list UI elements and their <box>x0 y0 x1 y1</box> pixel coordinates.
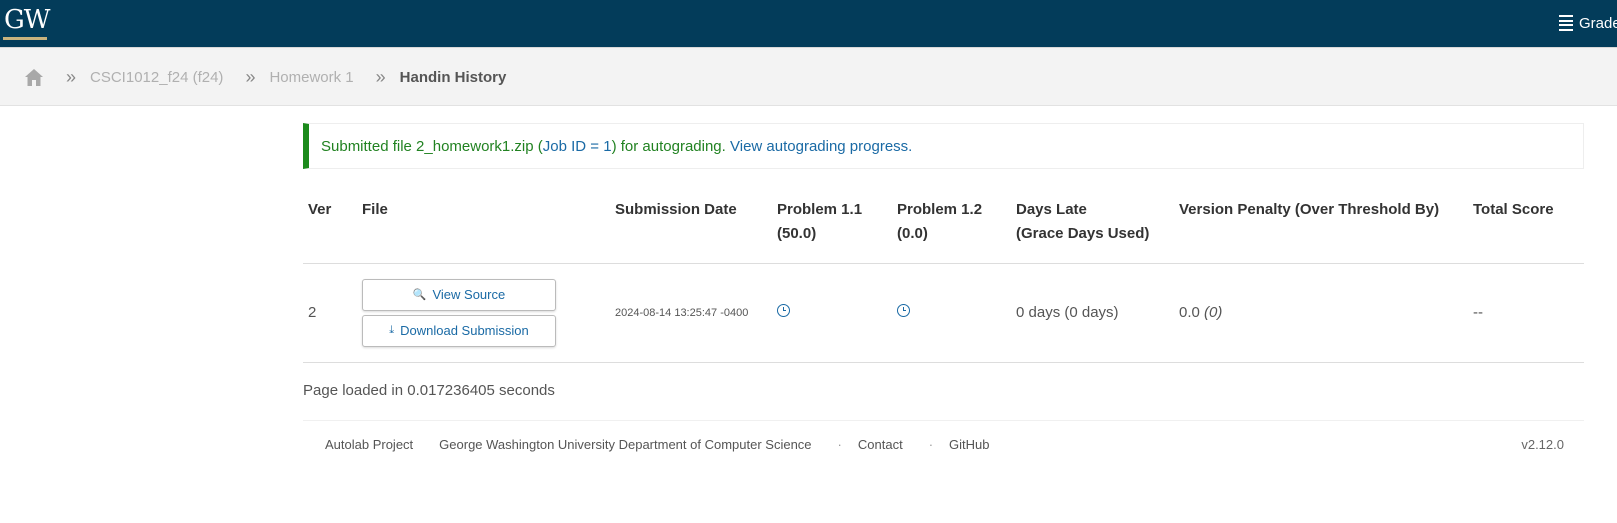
header-ver: Ver <box>303 188 357 264</box>
gradebook-link[interactable]: Grade <box>1559 13 1617 33</box>
download-icon: ⤓ <box>389 324 395 336</box>
job-id-link[interactable]: Job ID = 1 <box>543 138 612 155</box>
footer-github-link[interactable]: GitHub <box>949 437 989 452</box>
page-load-time: Page loaded in 0.017236405 seconds <box>303 382 555 399</box>
cell-version: 2 <box>303 263 357 363</box>
footer-department-link[interactable]: George Washington University Department … <box>439 437 811 452</box>
header-problem-1-2-points: (0.0) <box>897 225 928 242</box>
footer-contact-link[interactable]: Contact <box>858 437 903 452</box>
cell-version-penalty: 0.0 (0) <box>1174 263 1468 363</box>
cell-problem-1-1 <box>772 263 892 363</box>
breadcrumb-separator: » <box>375 67 386 87</box>
gradebook-label: Grade <box>1579 14 1617 32</box>
cell-submission-date: 2024-08-14 13:25:47 -0400 <box>610 263 772 363</box>
clock-icon[interactable] <box>897 304 910 317</box>
success-alert: Submitted file 2_homework1.zip (Job ID =… <box>303 123 1584 169</box>
header-version-penalty: Version Penalty (Over Threshold By) <box>1174 188 1468 264</box>
alert-text-prefix: Submitted file 2_homework1.zip ( <box>321 137 543 155</box>
cell-problem-1-2 <box>892 263 1011 363</box>
download-submission-button[interactable]: ⤓ Download Submission <box>362 314 556 347</box>
logo-underline <box>3 37 47 40</box>
download-submission-label: Download Submission <box>400 323 529 338</box>
breadcrumb-course[interactable]: CSCI1012_f24 (f24) <box>90 69 223 86</box>
home-icon[interactable] <box>24 68 44 87</box>
footer-version: v2.12.0 <box>1521 437 1564 452</box>
breadcrumb: » CSCI1012_f24 (f24) » Homework 1 » Hand… <box>0 47 1617 106</box>
header-submission-date: Submission Date <box>610 188 772 264</box>
view-source-label: View Source <box>432 287 506 302</box>
header-problem-1-1: Problem 1.1 (50.0) <box>772 188 892 264</box>
cell-total-score: -- <box>1468 263 1584 363</box>
clock-icon[interactable] <box>777 304 790 317</box>
footer-autolab-link[interactable]: Autolab Project <box>325 437 413 452</box>
header-problem-1-1-title: Problem 1.1 <box>777 201 863 218</box>
breadcrumb-separator: » <box>245 67 256 87</box>
header-grace-days: (Grace Days Used) <box>1016 225 1150 242</box>
table-row: 2 🔍 View Source ⤓ Download Submission 20… <box>303 263 1584 363</box>
cell-days-late: 0 days (0 days) <box>1011 263 1174 363</box>
footer: Autolab Project George Washington Univer… <box>303 420 1584 470</box>
header-problem-1-2-title: Problem 1.2 <box>897 201 983 218</box>
header-days-late: Days Late (Grace Days Used) <box>1011 188 1174 264</box>
header-problem-1-2: Problem 1.2 (0.0) <box>892 188 1011 264</box>
magnifier-icon: 🔍 <box>412 289 427 301</box>
cell-file: 🔍 View Source ⤓ Download Submission <box>357 263 610 363</box>
breadcrumb-separator: » <box>66 67 77 87</box>
gradebook-icon <box>1559 15 1573 31</box>
header-total-score: Total Score <box>1468 188 1584 264</box>
header-days-late-title: Days Late <box>1016 201 1087 218</box>
penalty-value: 0.0 <box>1179 304 1200 321</box>
footer-separator: · <box>928 437 934 452</box>
gw-logo[interactable]: GW <box>4 7 50 33</box>
header-file: File <box>357 188 610 264</box>
footer-separator: · <box>837 437 842 452</box>
penalty-over-threshold: (0) <box>1204 304 1223 321</box>
autograding-progress-link[interactable]: View autograding progress. <box>730 138 912 155</box>
view-source-button[interactable]: 🔍 View Source <box>362 278 556 311</box>
breadcrumb-current: Handin History <box>399 69 507 86</box>
top-navbar: GW Grade <box>0 0 1617 47</box>
header-problem-1-1-points: (50.0) <box>777 225 817 242</box>
alert-text-middle: ) for autograding. <box>611 137 726 155</box>
handin-history-table: Ver File Submission Date Problem 1.1 (50… <box>303 188 1584 363</box>
breadcrumb-assessment[interactable]: Homework 1 <box>269 69 353 86</box>
